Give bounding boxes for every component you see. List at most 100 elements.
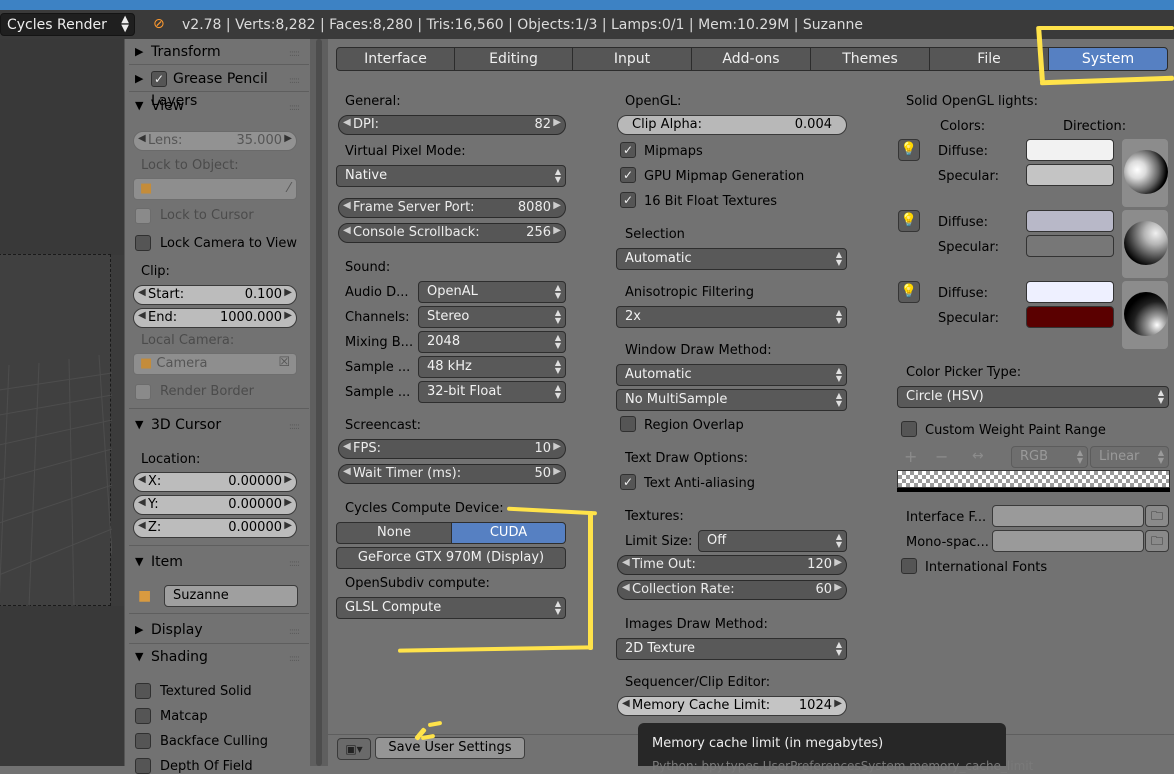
light3-diffuse-swatch[interactable]	[1026, 281, 1114, 303]
tab-editing[interactable]: Editing	[454, 47, 573, 71]
clip-start-field[interactable]: ◀ Start: 0.100 ▶	[133, 285, 297, 305]
light-bulb-icon[interactable]: 💡	[898, 281, 920, 303]
grip-icon[interactable]: :::::	[289, 97, 300, 119]
memory-cache-field[interactable]: ◀ Memory Cache Limit: 1024 ▶	[617, 696, 847, 716]
multisample-dropdown[interactable]: No MultiSample ▲ ▼	[616, 389, 847, 411]
divider	[129, 64, 309, 65]
grip-icon[interactable]: :::::	[289, 553, 300, 575]
mono-font-field[interactable]	[992, 530, 1144, 552]
grip-icon[interactable]: :::::	[289, 621, 300, 643]
gpu-mipmap-checkbox[interactable]: ✓	[620, 167, 636, 183]
tab-themes[interactable]: Themes	[810, 47, 930, 71]
render-border-checkbox	[135, 384, 151, 400]
clip-alpha-field[interactable]: Clip Alpha: 0.004	[617, 115, 847, 135]
device-none-button[interactable]: None	[336, 522, 452, 544]
grip-icon[interactable]: :::::	[289, 416, 300, 438]
region-overlap-checkbox[interactable]	[620, 416, 636, 432]
tab-file[interactable]: File	[929, 47, 1049, 71]
cursor-y-field[interactable]: ◀ Y: 0.00000 ▶	[133, 495, 297, 515]
transform-panel-header[interactable]: ▶ Transform:::::	[133, 41, 301, 63]
direction-label: Direction:	[1063, 119, 1127, 134]
light3-direction[interactable]	[1122, 281, 1168, 349]
collection-rate-field[interactable]: ◀ Collection Rate: 60 ▶	[617, 580, 847, 600]
light1-specular-swatch[interactable]	[1026, 164, 1114, 186]
tab-system[interactable]: System	[1048, 47, 1168, 71]
grip-icon[interactable]: :::::	[289, 648, 300, 670]
tab-addons[interactable]: Add-ons	[691, 47, 811, 71]
screencast-label: Screencast:	[345, 418, 422, 433]
text-antialiasing-checkbox[interactable]: ✓	[620, 474, 636, 490]
3d-viewport[interactable]	[0, 39, 124, 766]
collapsed-triangle-icon: ▶	[135, 72, 144, 85]
interface-font-field[interactable]	[992, 505, 1144, 527]
floor-grid	[0, 354, 112, 607]
mono-font-label: Mono-spac...	[906, 535, 989, 550]
light-bulb-icon[interactable]: 💡	[898, 139, 920, 161]
light3-diffuse-label: Diffuse:	[938, 286, 988, 301]
render-engine-dropdown[interactable]: Cycles Render ▲ ▼	[0, 13, 135, 36]
channels-dropdown[interactable]: Stereo ▲ ▼	[418, 306, 566, 328]
editor-type-menu[interactable]: ▣▾	[337, 738, 371, 760]
audio-device-dropdown[interactable]: OpenAL ▲ ▼	[418, 281, 566, 303]
wait-timer-field[interactable]: ◀ Wait Timer (ms): 50 ▶	[338, 464, 566, 484]
clip-end-field[interactable]: ◀ End: 1000.000 ▶	[133, 308, 297, 328]
light3-specular-swatch[interactable]	[1026, 306, 1114, 328]
light1-direction[interactable]	[1122, 139, 1168, 207]
grip-icon[interactable]: :::::	[289, 70, 300, 92]
frame-server-port-field[interactable]: ◀ Frame Server Port: 8080 ▶	[338, 198, 566, 218]
folder-icon[interactable]: 🗀	[1145, 505, 1169, 527]
mixing-buffer-dropdown[interactable]: 2048 ▲ ▼	[418, 331, 566, 353]
light-bulb-icon[interactable]: 💡	[898, 210, 920, 232]
lock-camera-label: Lock Camera to View	[160, 236, 297, 251]
dpi-field[interactable]: ◀ DPI: 82 ▶	[338, 115, 566, 135]
sample-format-dropdown[interactable]: 32-bit Float ▲ ▼	[418, 381, 566, 403]
fps-field[interactable]: ◀ FPS: 10 ▶	[338, 439, 566, 459]
backface-culling-checkbox[interactable]	[135, 733, 151, 749]
region-scrollbar[interactable]	[316, 39, 322, 766]
virtual-pixel-dropdown[interactable]: Native ▲ ▼	[336, 165, 566, 187]
light2-diffuse-label: Diffuse:	[938, 215, 988, 230]
timeout-field[interactable]: ◀ Time Out: 120 ▶	[617, 555, 847, 575]
gpu-device-toggle[interactable]: GeForce GTX 970M (Display)	[336, 547, 566, 569]
selection-dropdown[interactable]: Automatic ▲ ▼	[616, 248, 847, 270]
3d-cursor-panel-header[interactable]: ▼ 3D Cursor:::::	[133, 414, 301, 436]
item-panel-header[interactable]: ▼ Item:::::	[133, 551, 301, 573]
device-cuda-button[interactable]: CUDA	[451, 522, 566, 544]
shading-panel-header[interactable]: ▼ Shading:::::	[133, 646, 301, 668]
float-textures-checkbox[interactable]: ✓	[620, 192, 636, 208]
light2-specular-swatch[interactable]	[1026, 235, 1114, 257]
colorband-bar	[897, 488, 1170, 492]
images-draw-dropdown[interactable]: 2D Texture ▲ ▼	[616, 638, 847, 660]
region-divider[interactable]	[310, 39, 328, 766]
window-draw-dropdown[interactable]: Automatic ▲ ▼	[616, 364, 847, 386]
folder-icon[interactable]: 🗀	[1145, 530, 1169, 552]
light2-direction[interactable]	[1122, 210, 1168, 278]
international-fonts-checkbox[interactable]	[901, 558, 917, 574]
lock-camera-checkbox[interactable]	[135, 235, 151, 251]
anisotropic-dropdown[interactable]: 2x ▲ ▼	[616, 306, 847, 328]
item-name-field[interactable]: Suzanne	[164, 585, 298, 607]
console-scrollback-field[interactable]: ◀ Console Scrollback: 256 ▶	[338, 223, 566, 243]
light2-diffuse-swatch[interactable]	[1026, 210, 1114, 232]
grip-icon[interactable]: :::::	[289, 43, 300, 65]
mipmaps-checkbox[interactable]: ✓	[620, 142, 636, 158]
anisotropic-label: Anisotropic Filtering	[625, 285, 755, 300]
tab-interface[interactable]: Interface	[336, 47, 455, 71]
display-panel-header[interactable]: ▶ Display:::::	[133, 619, 301, 641]
textured-solid-checkbox[interactable]	[135, 683, 151, 699]
matcap-checkbox[interactable]	[135, 708, 151, 724]
custom-weight-checkbox[interactable]	[901, 421, 917, 437]
opensubdiv-dropdown[interactable]: GLSL Compute ▲ ▼	[336, 597, 566, 619]
sample-rate-dropdown[interactable]: 48 kHz ▲ ▼	[418, 356, 566, 378]
cube-icon: ■	[140, 181, 153, 196]
tab-input[interactable]: Input	[572, 47, 692, 71]
light1-diffuse-swatch[interactable]	[1026, 139, 1114, 161]
depth-of-field-checkbox[interactable]	[135, 758, 151, 774]
limit-size-dropdown[interactable]: Off ▲ ▼	[698, 530, 847, 552]
save-user-settings-button[interactable]: Save User Settings	[375, 737, 525, 759]
color-picker-dropdown[interactable]: Circle (HSV) ▲ ▼	[897, 386, 1169, 408]
cursor-x-field[interactable]: ◀ X: 0.00000 ▶	[133, 472, 297, 492]
view-panel-header[interactable]: ▼ View:::::	[133, 95, 301, 117]
cursor-z-field[interactable]: ◀ Z: 0.00000 ▶	[133, 518, 297, 538]
grease-pencil-checkbox[interactable]: ✓	[151, 71, 167, 87]
